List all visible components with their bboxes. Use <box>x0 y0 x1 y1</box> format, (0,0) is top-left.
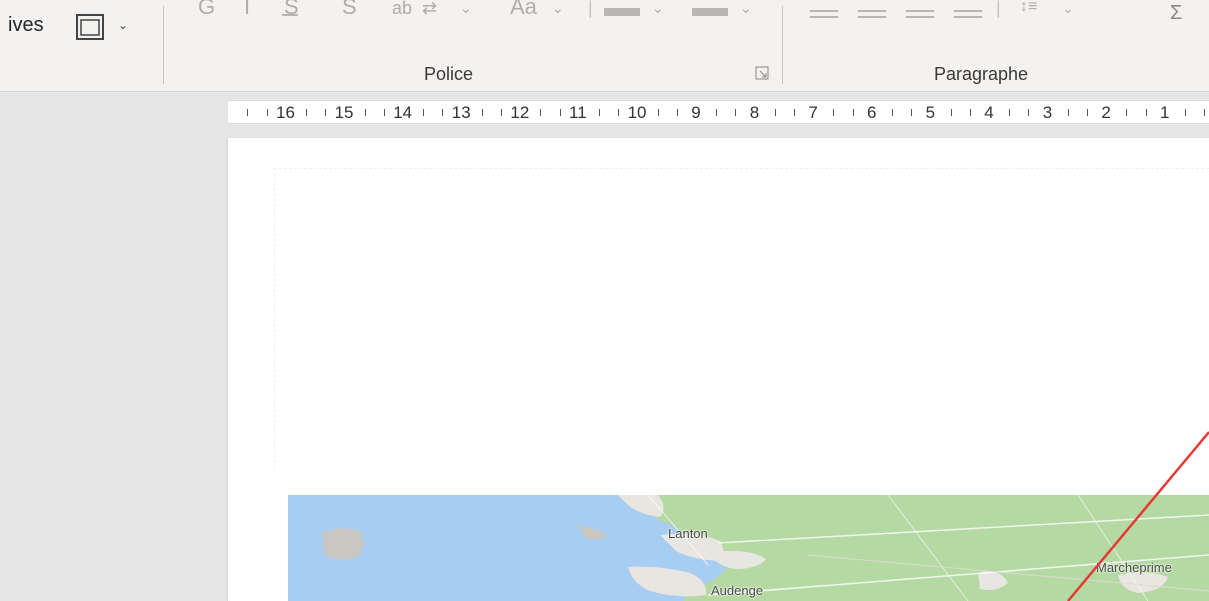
chevron-down-icon[interactable]: ⌄ <box>552 0 564 17</box>
ruler-tick <box>559 109 561 116</box>
ruler-tick <box>950 109 952 116</box>
ruler-tick <box>1009 109 1011 116</box>
ruler-tick <box>833 109 835 116</box>
ruler-tick <box>735 109 737 116</box>
map-label-marcheprime: Marcheprime <box>1096 560 1172 575</box>
map-label-lanton: Lanton <box>668 526 708 541</box>
change-case-icon[interactable]: Aa <box>510 0 537 20</box>
italic-icon[interactable]: I <box>244 0 250 20</box>
ruler-tick <box>1028 109 1030 116</box>
group-separator <box>163 6 164 84</box>
paragraph-group-label: Paragraphe <box>934 64 1029 84</box>
ruler-tick <box>969 109 971 116</box>
chevron-down-icon[interactable]: ⌄ <box>118 18 128 32</box>
paragraph-group-icons: | ↕≡ ⌄ Σ <box>800 0 1200 26</box>
strike-icon[interactable]: S <box>342 0 357 20</box>
chevron-down-icon[interactable]: ⌄ <box>1062 0 1074 17</box>
ruler-number: 10 <box>627 103 647 122</box>
underline-bar <box>282 14 298 16</box>
previous-group-label: ives <box>8 14 44 36</box>
ribbon: ives ⌄ G I S S ab ⇄ ⌄ Aa ⌄ | ⌄ ⌄ Police <box>0 0 1209 92</box>
display-layout-icon[interactable] <box>76 14 104 40</box>
ruler-number: 2 <box>1101 103 1111 122</box>
map-label-audenge: Audenge <box>711 583 764 598</box>
ruler-tick <box>501 109 503 116</box>
ruler-number: 11 <box>569 103 587 122</box>
ruler-tick <box>383 109 385 116</box>
ruler-number: 5 <box>925 103 936 122</box>
align-center-icon[interactable] <box>858 10 886 12</box>
chevron-down-icon[interactable]: ⌄ <box>652 0 664 17</box>
sort-icon[interactable]: Σ <box>1170 2 1182 25</box>
ruler-tick <box>305 109 307 116</box>
ruler-number: 3 <box>1042 103 1053 122</box>
text-direction-icon[interactable]: ⇄ <box>422 0 437 19</box>
ruler-tick <box>481 109 483 116</box>
ruler-tick <box>1145 109 1147 116</box>
align-center-icon-line <box>858 16 886 18</box>
ruler-tick <box>657 109 659 116</box>
ruler-tick <box>325 109 327 116</box>
ruler-tick <box>676 109 678 116</box>
ruler-number: 6 <box>867 103 877 122</box>
ruler-number: 16 <box>276 103 295 122</box>
ruler-tick <box>1126 109 1128 116</box>
chevron-down-icon[interactable]: ⌄ <box>740 0 752 17</box>
ruler-tick <box>1067 109 1069 116</box>
font-group-icons: G I S S ab ⇄ ⌄ Aa ⌄ | ⌄ ⌄ <box>192 0 762 26</box>
align-left-icon[interactable] <box>810 10 838 12</box>
margin-guide <box>274 168 1209 468</box>
ruler-number: 14 <box>393 103 413 122</box>
ruler-number: 12 <box>510 103 530 122</box>
font-group-label: Police <box>424 64 474 84</box>
ruler-tick <box>266 109 268 116</box>
ruler-number: 1 <box>1160 103 1170 122</box>
ruler-number: 8 <box>749 103 760 122</box>
ruler-tick <box>1087 109 1089 116</box>
ruler-tick <box>598 109 600 116</box>
ruler-tick <box>1184 109 1186 116</box>
align-right-icon-line <box>906 16 934 18</box>
ruler-tick <box>442 109 444 116</box>
line-spacing-icon[interactable]: ↕≡ <box>1020 0 1037 16</box>
group-separator-icon: | <box>996 0 1001 18</box>
align-left-icon-line <box>810 16 838 18</box>
chevron-down-icon[interactable]: ⌄ <box>460 0 472 17</box>
ruler-number: 9 <box>691 103 701 122</box>
dialog-launcher-icon[interactable] <box>755 66 769 80</box>
ruler-tick <box>716 109 718 116</box>
ruler-tick <box>794 109 796 116</box>
highlight-color-icon[interactable] <box>604 8 640 16</box>
font-color-icon[interactable] <box>692 8 728 16</box>
ruler-number: 7 <box>808 103 818 122</box>
strikethrough-icon[interactable]: ab <box>392 0 412 19</box>
ruler-tick <box>247 109 249 116</box>
ruler-tick <box>911 109 913 116</box>
justify-icon[interactable] <box>954 10 982 12</box>
ruler-number: 13 <box>451 103 471 122</box>
horizontal-ruler[interactable]: 161514131211109876543210 <box>228 100 1209 124</box>
justify-icon-line <box>954 16 982 18</box>
ruler-tick <box>891 109 893 116</box>
ruler-number: 15 <box>334 103 354 122</box>
align-right-icon[interactable] <box>906 10 934 12</box>
ruler-tick <box>423 109 425 116</box>
group-separator <box>782 6 783 84</box>
ruler-tick <box>774 109 776 116</box>
map-image[interactable]: Lanton Audenge Marcheprime <box>288 495 1209 601</box>
group-separator-icon: | <box>588 0 593 18</box>
ruler-number: 4 <box>984 103 994 122</box>
ruler-tick <box>1204 109 1206 116</box>
ruler-tick <box>540 109 542 116</box>
bold-icon[interactable]: G <box>198 0 215 20</box>
ruler-tick <box>852 109 854 116</box>
underline-icon[interactable]: S <box>284 0 299 20</box>
ruler-tick <box>364 109 366 116</box>
ruler-tick <box>618 109 620 116</box>
